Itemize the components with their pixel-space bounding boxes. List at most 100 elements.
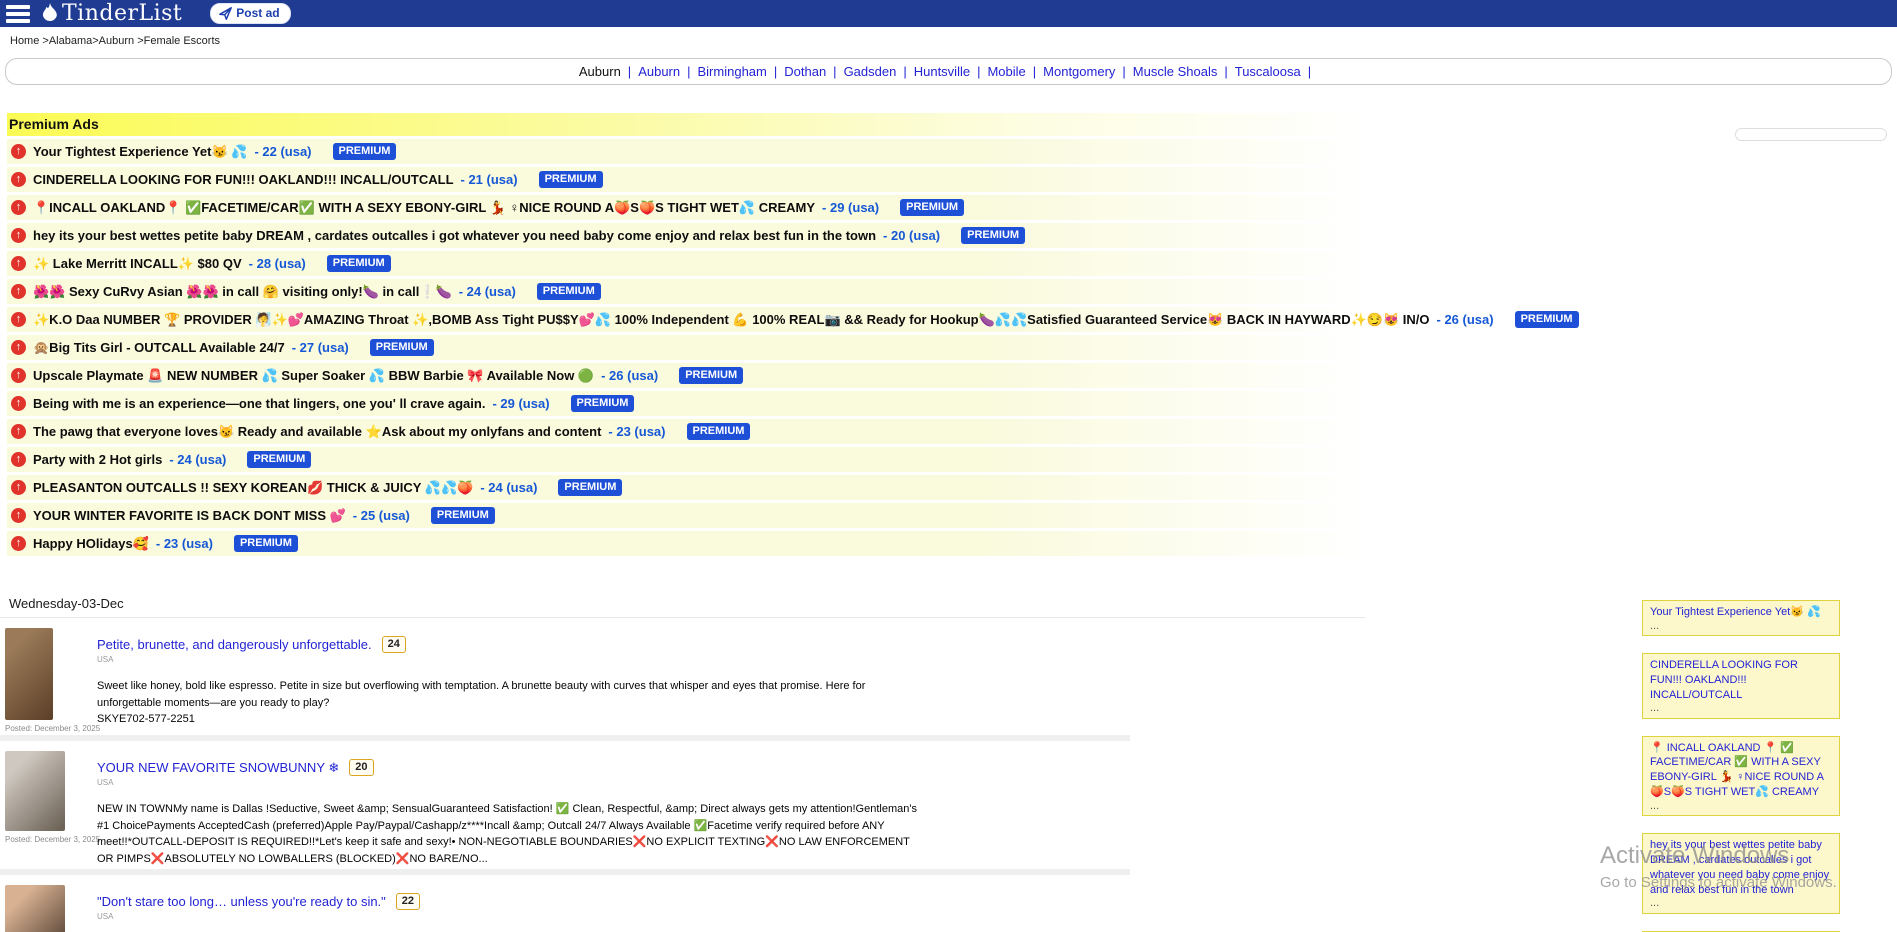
hamburger-menu-icon[interactable] (6, 5, 30, 23)
premium-ads-header: Premium Ads (7, 113, 1365, 136)
premium-badge[interactable]: PREMIUM (571, 395, 635, 412)
listing-title-link[interactable]: "Don't stare too long… unless you're rea… (97, 894, 386, 909)
premium-ad-age: - 23 (usa) (156, 536, 213, 551)
premium-ad-row[interactable]: ↑Your Tightest Experience Yet😼 💦 - 22 (u… (7, 139, 1365, 164)
sidebar-premium-link[interactable]: hey its your best wettes petite baby DRE… (1650, 838, 1832, 897)
bump-up-arrow-icon: ↑ (11, 256, 26, 271)
premium-badge[interactable]: PREMIUM (234, 535, 298, 552)
bump-up-arrow-icon: ↑ (11, 172, 26, 187)
premium-badge[interactable]: PREMIUM (333, 143, 397, 160)
sidebar-premium-box[interactable]: 📍 INCALL OAKLAND 📍 ✅ FACETIME/CAR ✅ WITH… (1642, 736, 1840, 816)
city-separator: | (1033, 64, 1036, 79)
bump-up-arrow-icon: ↑ (11, 144, 26, 159)
brand-logo[interactable]: TinderList (40, 1, 182, 26)
breadcrumb[interactable]: Home >Alabama>Auburn >Female Escorts (0, 27, 1897, 53)
listing-country-label: USA (97, 778, 917, 787)
post-ad-button[interactable]: Post ad (210, 3, 290, 24)
premium-badge[interactable]: PREMIUM (558, 479, 622, 496)
premium-ad-title[interactable]: 🙊Big Tits Girl - OUTCALL Available 24/7 (33, 340, 285, 356)
premium-ad-title[interactable]: ✨K.O Daa NUMBER 🏆 PROVIDER 🧖✨💕AMAZING Th… (33, 312, 1430, 328)
premium-badge[interactable]: PREMIUM (961, 227, 1025, 244)
city-separator: | (833, 64, 836, 79)
premium-badge[interactable]: PREMIUM (900, 199, 964, 216)
premium-badge[interactable]: PREMIUM (687, 423, 751, 440)
city-separator: | (977, 64, 980, 79)
premium-ad-row[interactable]: ↑PLEASANTON OUTCALLS !! SEXY KOREAN💋 THI… (7, 475, 1365, 500)
city-link[interactable]: Dothan (784, 64, 826, 79)
listing-title-link[interactable]: Petite, brunette, and dangerously unforg… (97, 637, 372, 652)
listing-thumbnail[interactable] (5, 885, 65, 932)
premium-ad-title[interactable]: Being with me is an experience—one that … (33, 396, 485, 411)
premium-ad-title[interactable]: CINDERELLA LOOKING FOR FUN!!! OAKLAND!!!… (33, 172, 454, 187)
listing-thumbnail[interactable] (5, 751, 65, 831)
premium-badge[interactable]: PREMIUM (1515, 311, 1579, 328)
premium-ad-row[interactable]: ↑The pawg that everyone loves😼 Ready and… (7, 419, 1365, 444)
sidebar-premium-box[interactable]: CINDERELLA LOOKING FOR FUN!!! OAKLAND!!!… (1642, 653, 1840, 719)
sidebar-premium-box[interactable]: Your Tightest Experience Yet😼 💦... (1642, 600, 1840, 636)
city-separator: | (628, 64, 631, 79)
sidebar-premium-link[interactable]: 📍 INCALL OAKLAND 📍 ✅ FACETIME/CAR ✅ WITH… (1650, 741, 1832, 800)
premium-ad-row[interactable]: ↑🙊Big Tits Girl - OUTCALL Available 24/7… (7, 335, 1365, 360)
premium-badge[interactable]: PREMIUM (247, 451, 311, 468)
premium-ad-title[interactable]: 📍INCALL OAKLAND📍 ✅FACETIME/CAR✅ WITH A S… (33, 200, 815, 216)
premium-ad-row[interactable]: ↑ YOUR WINTER FAVORITE IS BACK DONT MISS … (7, 503, 1365, 528)
city-separator: | (687, 64, 690, 79)
sidebar-ellipsis: ... (1650, 620, 1832, 632)
premium-ad-row[interactable]: ↑✨K.O Daa NUMBER 🏆 PROVIDER 🧖✨💕AMAZING T… (7, 307, 1365, 332)
premium-badge[interactable]: PREMIUM (370, 339, 434, 356)
premium-ad-title[interactable]: Upscale Playmate 🚨 NEW NUMBER 💦 Super So… (33, 368, 594, 384)
premium-ad-title[interactable]: Happy HOlidays🥰 (33, 536, 149, 552)
city-link[interactable]: Montgomery (1043, 64, 1115, 79)
premium-badge[interactable]: PREMIUM (679, 367, 743, 384)
premium-ad-age: - 29 (usa) (822, 200, 879, 215)
premium-ad-row[interactable]: ↑Happy HOlidays🥰 - 23 (usa)PREMIUM (7, 531, 1365, 556)
city-link[interactable]: Huntsville (914, 64, 970, 79)
listing-item[interactable]: Posted: December 3, 2025YOUR NEW FAVORIT… (0, 741, 1130, 875)
premium-ad-title[interactable]: 🌺🌺 Sexy CuRvy Asian 🌺🌺 in call 🤗 visitin… (33, 284, 452, 300)
premium-ad-title[interactable]: Party with 2 Hot girls (33, 452, 162, 467)
premium-ad-row[interactable]: ↑Party with 2 Hot girls - 24 (usa)PREMIU… (7, 447, 1365, 472)
premium-ad-title[interactable]: YOUR WINTER FAVORITE IS BACK DONT MISS 💕 (33, 508, 346, 524)
bump-up-arrow-icon: ↑ (11, 284, 26, 299)
premium-badge[interactable]: PREMIUM (327, 255, 391, 272)
premium-ad-title[interactable]: PLEASANTON OUTCALLS !! SEXY KOREAN💋 THIC… (33, 480, 473, 496)
premium-sidebar: Your Tightest Experience Yet😼 💦...CINDER… (1642, 600, 1840, 932)
premium-ad-row[interactable]: ↑ ✨ Lake Merritt INCALL✨ $80 QV - 28 (usa… (7, 251, 1365, 276)
sidebar-premium-link[interactable]: Your Tightest Experience Yet😼 💦 (1650, 605, 1832, 620)
city-separator: | (1122, 64, 1125, 79)
premium-ad-row[interactable]: ↑Being with me is an experience—one that… (7, 391, 1365, 416)
premium-ad-age: - 24 (usa) (459, 284, 516, 299)
premium-ad-row[interactable]: ↑ CINDERELLA LOOKING FOR FUN!!! OAKLAND!!… (7, 167, 1365, 192)
city-link[interactable]: Mobile (987, 64, 1025, 79)
premium-ad-age: - 28 (usa) (249, 256, 306, 271)
premium-ad-title[interactable]: Your Tightest Experience Yet😼 💦 (33, 144, 247, 160)
premium-badge[interactable]: PREMIUM (537, 283, 601, 300)
listing-item[interactable]: Posted: December 3, 2025Petite, brunette… (0, 618, 1130, 741)
premium-ad-row[interactable]: ↑ 🌺🌺 Sexy CuRvy Asian 🌺🌺 in call 🤗 visiti… (7, 279, 1365, 304)
sidebar-ellipsis: ... (1650, 702, 1832, 714)
sidebar-premium-box[interactable]: hey its your best wettes petite baby DRE… (1642, 833, 1840, 913)
city-link[interactable]: Muscle Shoals (1133, 64, 1218, 79)
listing-item[interactable]: Posted: December 3, 2025"Don't stare too… (0, 875, 1130, 932)
premium-ad-row[interactable]: ↑hey its your best wettes petite baby DR… (7, 223, 1365, 248)
city-link[interactable]: Gadsden (844, 64, 897, 79)
listing-thumbnail[interactable] (5, 628, 53, 720)
listing-title-link[interactable]: YOUR NEW FAVORITE SNOWBUNNY ❄ (97, 760, 339, 776)
mini-search-box[interactable] (1735, 128, 1887, 141)
premium-ad-title[interactable]: The pawg that everyone loves😼 Ready and … (33, 424, 601, 440)
premium-ad-title[interactable]: ✨ Lake Merritt INCALL✨ $80 QV (33, 256, 242, 272)
listing-country-label: USA (97, 912, 917, 921)
premium-ad-row[interactable]: ↑📍INCALL OAKLAND📍 ✅FACETIME/CAR✅ WITH A … (7, 195, 1365, 220)
listing-title-row: Petite, brunette, and dangerously unforg… (97, 636, 917, 653)
premium-badge[interactable]: PREMIUM (431, 507, 495, 524)
premium-ad-title[interactable]: hey its your best wettes petite baby DRE… (33, 228, 876, 243)
city-link[interactable]: Auburn (638, 64, 680, 79)
city-link[interactable]: Birmingham (698, 64, 767, 79)
sidebar-ellipsis: ... (1650, 897, 1832, 909)
premium-badge[interactable]: PREMIUM (539, 171, 603, 188)
premium-ad-row[interactable]: ↑Upscale Playmate 🚨 NEW NUMBER 💦 Super S… (7, 363, 1365, 388)
sidebar-premium-link[interactable]: CINDERELLA LOOKING FOR FUN!!! OAKLAND!!!… (1650, 658, 1832, 703)
listing-title-row: YOUR NEW FAVORITE SNOWBUNNY ❄20 (97, 759, 917, 776)
city-link[interactable]: Tuscaloosa (1235, 64, 1301, 79)
bump-up-arrow-icon: ↑ (11, 508, 26, 523)
